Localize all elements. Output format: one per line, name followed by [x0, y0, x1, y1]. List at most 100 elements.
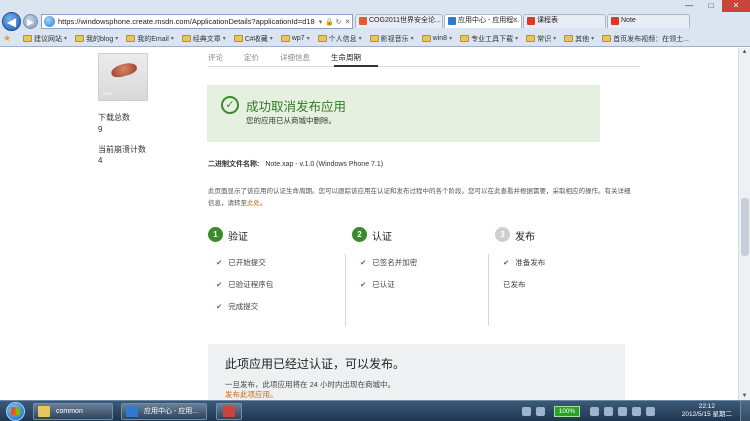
help-link[interactable]: 此处 — [247, 200, 260, 207]
app-icon — [223, 406, 235, 417]
browser-chrome: — □ ✕ ◀ ▶ https://windowsphone.create.ms… — [0, 0, 750, 47]
tabs-divider — [208, 66, 640, 67]
stage-validation: 1 验证 ✔ 已开始提交 ✔ 已验证程序包 ✔ 完成提交 — [208, 227, 344, 327]
browser-tab[interactable]: 课程表 — [523, 14, 606, 28]
volume-icon[interactable] — [632, 407, 641, 416]
folder-icon — [233, 35, 243, 42]
favorite-item[interactable]: 常识 ▾ — [526, 34, 556, 44]
folder-icon — [564, 35, 574, 42]
publish-app-link[interactable]: 发布此项应用。 — [225, 389, 278, 400]
scroll-down-icon[interactable]: ▼ — [739, 393, 750, 399]
maximize-button[interactable]: □ — [700, 0, 722, 12]
check-icon: ✔ — [503, 258, 510, 267]
stop-icon[interactable]: ✕ — [343, 18, 352, 26]
check-icon: ✔ — [216, 302, 223, 311]
scroll-up-icon[interactable]: ▲ — [739, 49, 750, 55]
description-text: 此页面显示了该应用的认证生命周期。您可以跟踪该应用在认证和发布过程中的各个阶段。… — [208, 188, 631, 207]
tab-close-icon[interactable]: ✕ — [512, 15, 518, 27]
check-icon: ✔ — [360, 258, 367, 267]
tab-label: 应用中心 - 应用程... — [458, 17, 520, 24]
stage-item-pending: 已发布 — [503, 280, 526, 289]
clock[interactable]: 22:12 2012/5/15 星期二 — [682, 403, 732, 419]
favorite-item[interactable]: 经典文章 ▾ — [181, 34, 226, 44]
binary-file-info: 二进制文件名称: Note.xap - v.1.0 (Windows Phone … — [208, 159, 383, 169]
browser-tab-active[interactable]: 应用中心 - 应用程... ✕ — [444, 14, 522, 28]
folder-icon — [460, 35, 470, 42]
favorite-item[interactable]: 其他 ▾ — [564, 34, 594, 44]
description-end: 。 — [260, 200, 267, 207]
stage-publish: 3 发布 ✔ 准备发布 已发布 — [495, 227, 631, 327]
back-button[interactable]: ◀ — [2, 12, 21, 31]
forward-button[interactable]: ▶ — [23, 14, 38, 29]
check-circle-icon: ✓ — [221, 96, 239, 114]
stage-title: 认证 — [372, 232, 392, 243]
check-icon: ✔ — [360, 280, 367, 289]
tab-favicon — [527, 17, 535, 25]
tab-pricing[interactable]: 定价 — [244, 52, 259, 63]
stage-item: ✔ 已签名并加密 — [360, 258, 418, 267]
favorite-item[interactable]: 我的blog ▾ — [75, 34, 118, 44]
browser-tab[interactable]: COG2011世界安全论... — [355, 14, 443, 28]
lock-icon[interactable]: 🔒 — [325, 18, 334, 26]
tab-lifecycle[interactable]: 生命周期 — [331, 52, 361, 63]
battery-indicator[interactable]: 100% — [554, 406, 580, 417]
tab-details[interactable]: 详细信息 — [280, 52, 310, 63]
start-button[interactable] — [3, 401, 29, 421]
refresh-icon[interactable]: ↻ — [334, 18, 343, 26]
tab-label: 课程表 — [537, 17, 558, 24]
favorite-item[interactable]: 个人信息 ▾ — [317, 34, 362, 44]
success-banner: ✓ 成功取消发布应用 您的应用已从商城中删除。 — [207, 85, 600, 142]
browser-tab[interactable]: Note — [607, 14, 690, 28]
tray-icon[interactable] — [522, 407, 531, 416]
taskbar-item-browser[interactable]: 应用中心 - 应用... — [121, 403, 207, 420]
tab-favicon — [359, 17, 367, 25]
address-bar[interactable]: https://windowsphone.create.msdn.com/App… — [41, 14, 353, 29]
folder-icon — [421, 35, 431, 42]
tab-reviews[interactable]: 评论 — [208, 52, 223, 63]
minimize-button[interactable]: — — [678, 0, 700, 12]
crashes-label: 当前崩溃计数 — [98, 145, 146, 154]
folder-icon — [369, 35, 379, 42]
stage-title: 验证 — [228, 232, 248, 243]
active-tab-indicator — [334, 65, 378, 67]
favorite-item[interactable]: 影视音乐 ▾ — [369, 34, 414, 44]
favorite-item[interactable]: 专业工具下载 ▾ — [460, 34, 518, 44]
taskbar-item-app[interactable] — [216, 403, 242, 420]
tray-icon[interactable] — [590, 407, 599, 416]
stage-number: 2 — [352, 227, 367, 242]
favorite-item[interactable]: 首页发布视频：在领土... — [602, 34, 689, 44]
vertical-scrollbar[interactable]: ▲ ▼ — [738, 48, 750, 400]
certified-panel: 此项应用已经过认证，可以发布。 一旦发布，此项应用将在 24 小时内出现在商城中… — [208, 344, 625, 400]
tray-icon[interactable] — [536, 407, 545, 416]
folder-icon — [280, 35, 290, 42]
detail-tabs: 评论 定价 详细信息 生命周期 — [208, 52, 382, 63]
downloads-value: 9 — [98, 125, 103, 134]
favorite-item[interactable]: wp7 ▾ — [280, 35, 310, 42]
favorite-item[interactable]: 我的Email ▾ — [126, 34, 174, 44]
folder-icon — [526, 35, 536, 42]
tab-favicon — [448, 17, 456, 25]
success-title: 成功取消发布应用 — [246, 100, 347, 114]
search-dropdown-icon[interactable]: ▾ — [316, 18, 325, 26]
favorites-star-icon[interactable]: ★ — [3, 34, 15, 43]
taskbar-item-explorer[interactable]: common — [33, 403, 113, 420]
favorite-item[interactable]: win8 ▾ — [421, 35, 452, 42]
network-icon[interactable] — [618, 407, 627, 416]
folder-icon — [317, 35, 327, 42]
close-button[interactable]: ✕ — [722, 0, 750, 12]
show-desktop-button[interactable] — [740, 401, 750, 421]
scroll-thumb[interactable] — [741, 198, 749, 256]
check-icon: ✔ — [216, 258, 223, 267]
favorite-item[interactable]: C#收藏 ▾ — [233, 34, 273, 44]
site-icon — [44, 16, 55, 27]
taskbar: common 应用中心 - 应用... 100% 22:12 2012/5/15… — [0, 400, 750, 421]
tray-icon[interactable] — [646, 407, 655, 416]
stage-item: ✔ 准备发布 — [503, 258, 546, 267]
tab-label: COG2011世界安全论... — [369, 17, 441, 24]
page-content: Note 下载总数 9 当前崩溃计数 4 评论 定价 详细信息 生命周期 ✓ 成… — [0, 48, 738, 400]
tray-icon[interactable] — [604, 407, 613, 416]
stage-number: 3 — [495, 227, 510, 242]
favorite-item[interactable]: 建议网站 ▾ — [23, 34, 67, 44]
address-url[interactable]: https://windowsphone.create.msdn.com/App… — [58, 17, 316, 26]
downloads-label: 下载总数 — [98, 113, 130, 122]
